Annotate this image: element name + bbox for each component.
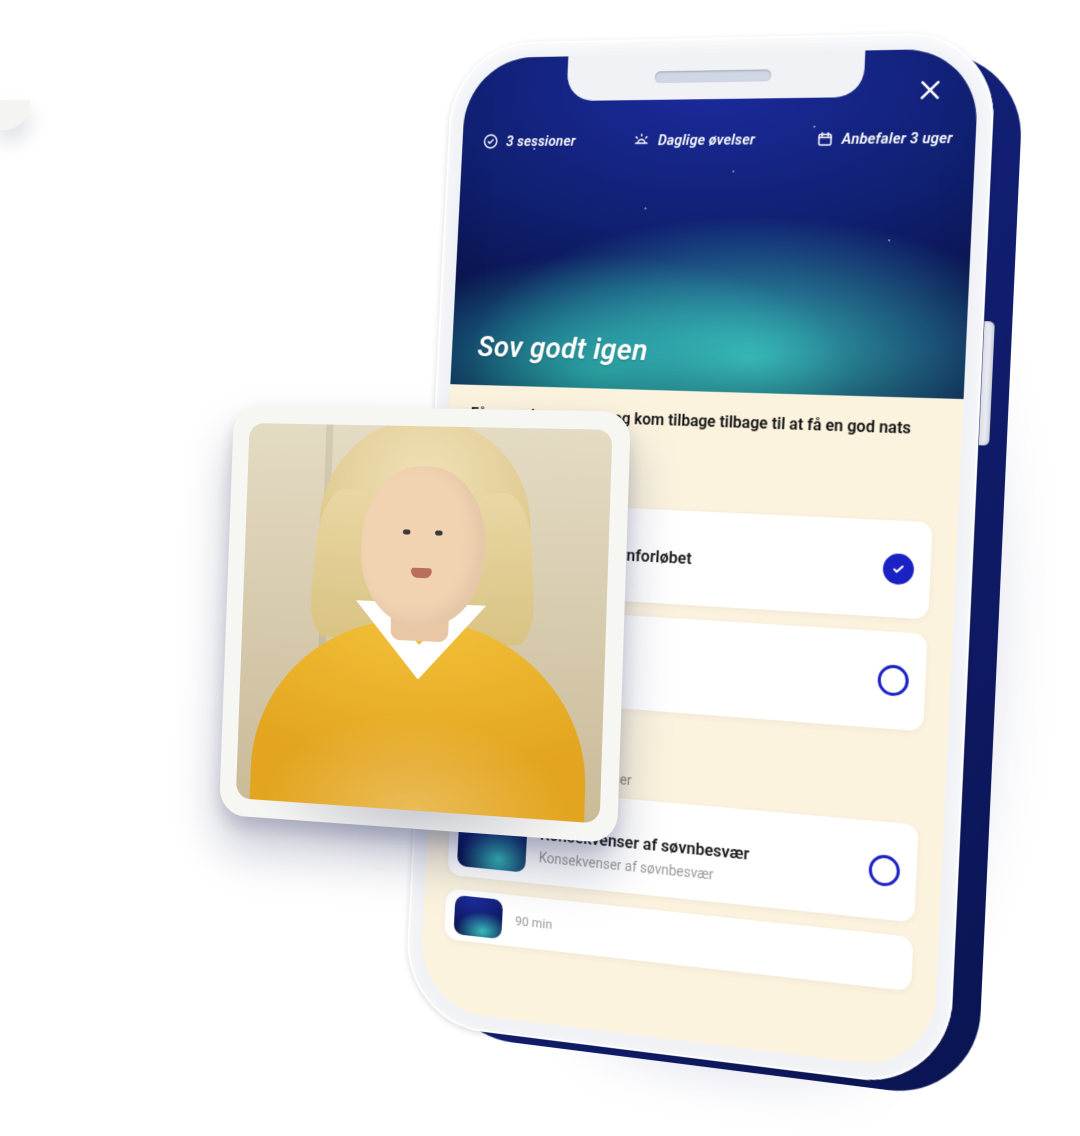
meta-recommend-label: Anbefaler 3 uger bbox=[841, 129, 953, 147]
check-circle-icon bbox=[482, 133, 499, 150]
close-button[interactable] bbox=[909, 69, 952, 110]
meta-daily-label: Daglige øvelser bbox=[658, 131, 756, 149]
person-illustration bbox=[236, 423, 613, 824]
close-icon bbox=[916, 77, 944, 104]
check-icon bbox=[890, 561, 907, 578]
floating-video-card[interactable] bbox=[219, 405, 631, 843]
meta-daily: Daglige øvelser bbox=[633, 130, 756, 149]
meta-sessions: 3 sessioner bbox=[482, 132, 576, 150]
sunrise-icon bbox=[633, 131, 651, 149]
calendar-icon bbox=[815, 130, 834, 148]
status-done bbox=[882, 553, 914, 586]
hero-meta-row: 3 sessioner Daglige øvelser Anbefaler 3 … bbox=[482, 129, 953, 150]
phone-speaker bbox=[655, 69, 772, 83]
page-title: Sov godt igen bbox=[477, 330, 649, 368]
status-pending bbox=[877, 664, 909, 697]
meta-sessions-label: 3 sessioner bbox=[506, 133, 576, 150]
stray-fragment bbox=[0, 100, 30, 130]
meta-recommend: Anbefaler 3 uger bbox=[815, 129, 953, 148]
status-pending bbox=[868, 854, 900, 888]
phone-notch bbox=[566, 50, 865, 101]
video-thumbnail bbox=[236, 423, 613, 824]
hero: 3 sessioner Daglige øvelser Anbefaler 3 … bbox=[450, 48, 979, 399]
